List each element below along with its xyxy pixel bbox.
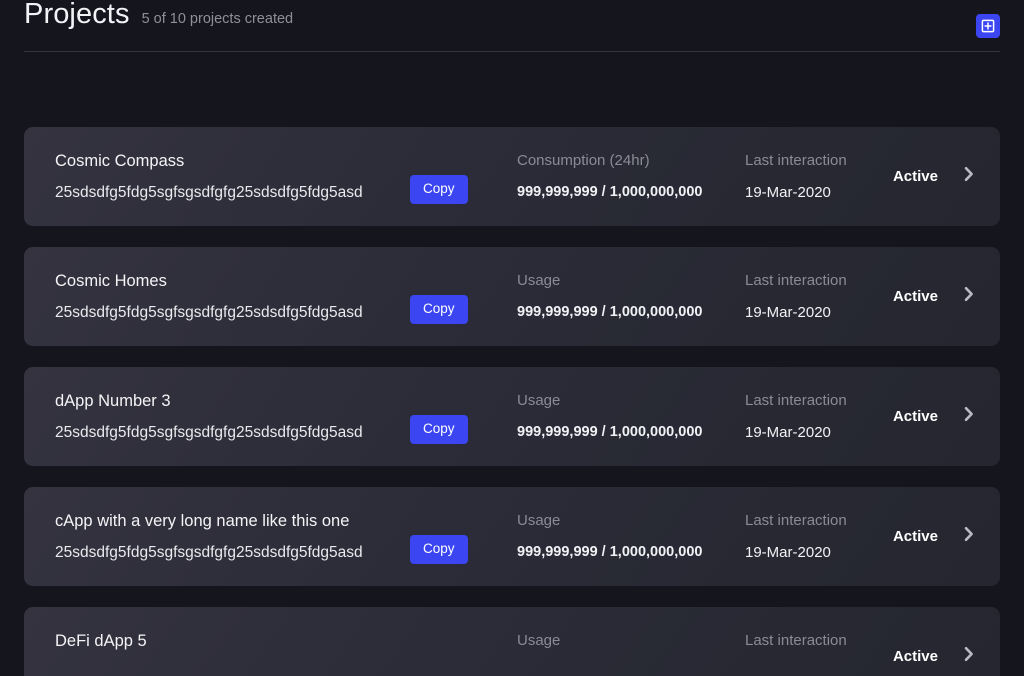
project-list: Cosmic Compass 25sdsdfg5fdg5sgfsgsdfgfg2… xyxy=(0,127,1024,676)
usage-label: Usage xyxy=(517,512,561,530)
last-interaction-value: 19-Mar-2020 xyxy=(745,424,831,441)
last-interaction-value: 19-Mar-2020 xyxy=(745,184,831,201)
usage-label: Consumption (24hr) xyxy=(517,152,650,170)
last-interaction-label: Last interaction xyxy=(745,512,847,529)
project-id: 25sdsdfg5fdg5sgfsgsdfgfg25sdsdfg5fdg5asd xyxy=(55,544,363,561)
usage-value: 999,999,999 / 1,000,000,000 xyxy=(517,304,703,321)
usage-label: Usage xyxy=(517,632,561,650)
project-identity: dApp Number 3 25sdsdfg5fdg5sgfsgsdfgfg25… xyxy=(55,389,517,444)
project-identity: DeFi dApp 5 25sdsdfg5fdg5sgfsgsdfgfg25sd… xyxy=(55,629,517,676)
card-actions: Active xyxy=(893,525,980,548)
last-interaction-label: Last interaction xyxy=(745,632,847,649)
last-interaction-metric: Last interaction 19-Mar-2020 xyxy=(745,393,885,440)
usage-metric: Usage 999,999,999 / 1,000,000,000 xyxy=(517,273,745,320)
last-interaction-metric: Last interaction 19-Mar-2020 xyxy=(745,153,885,200)
project-id: 25sdsdfg5fdg5sgfsgsdfgfg25sdsdfg5fdg5asd xyxy=(55,424,363,441)
header-divider xyxy=(24,51,1000,52)
usage-value: 999,999,999 / 1,000,000,000 xyxy=(517,424,703,441)
copy-button[interactable]: Copy xyxy=(410,175,468,204)
project-identity: cApp with a very long name like this one… xyxy=(55,509,517,564)
copy-button[interactable]: Copy xyxy=(410,415,468,444)
status-badge: Active xyxy=(892,168,938,185)
page-title: Projects xyxy=(24,0,130,30)
card-actions: Active xyxy=(893,645,980,668)
copy-button[interactable]: Copy xyxy=(410,535,468,564)
project-identity: Cosmic Homes 25sdsdfg5fdg5sgfsgsdfgfg25s… xyxy=(55,269,517,324)
project-name: Cosmic Homes xyxy=(55,271,167,290)
status-badge: Active xyxy=(892,288,938,305)
status-badge: Active xyxy=(892,408,938,425)
last-interaction-value: 19-Mar-2020 xyxy=(745,544,831,561)
usage-value: 999,999,999 / 1,000,000,000 xyxy=(517,184,703,201)
project-name: cApp with a very long name like this one xyxy=(55,511,350,530)
page-header: Projects 5 of 10 projects created xyxy=(0,0,1024,52)
project-name: DeFi dApp 5 xyxy=(55,631,147,650)
page-subtitle: 5 of 10 projects created xyxy=(141,11,294,27)
chevron-right-icon[interactable] xyxy=(960,405,978,428)
usage-metric: Usage 999,999,999 / 1,000,000,000 xyxy=(517,513,745,560)
project-card[interactable]: Cosmic Compass 25sdsdfg5fdg5sgfsgsdfgfg2… xyxy=(24,127,1000,226)
add-project-button[interactable] xyxy=(976,14,1000,38)
project-identity-text: cApp with a very long name like this one… xyxy=(55,511,407,561)
project-identity-text: dApp Number 3 25sdsdfg5fdg5sgfsgsdfgfg25… xyxy=(55,391,407,441)
usage-value: 999,999,999 / 1,000,000,000 xyxy=(517,544,703,561)
usage-metric: Consumption (24hr) 999,999,999 / 1,000,0… xyxy=(517,153,745,200)
last-interaction-metric: Last interaction 19-Mar-2020 xyxy=(745,273,885,320)
project-identity-text: DeFi dApp 5 25sdsdfg5fdg5sgfsgsdfgfg25sd… xyxy=(55,631,407,676)
project-card[interactable]: cApp with a very long name like this one… xyxy=(24,487,1000,586)
last-interaction-value: 19-Mar-2020 xyxy=(745,304,831,321)
last-interaction-metric: Last interaction 19-Mar-2020 xyxy=(745,633,885,676)
usage-metric: Usage 999,999,999 / 1,000,000,000 xyxy=(517,393,745,440)
chevron-right-icon[interactable] xyxy=(960,285,978,308)
last-interaction-label: Last interaction xyxy=(745,272,847,289)
last-interaction-label: Last interaction xyxy=(745,392,847,409)
project-identity-text: Cosmic Homes 25sdsdfg5fdg5sgfsgsdfgfg25s… xyxy=(55,271,407,321)
project-card[interactable]: Cosmic Homes 25sdsdfg5fdg5sgfsgsdfgfg25s… xyxy=(24,247,1000,346)
project-id: 25sdsdfg5fdg5sgfsgsdfgfg25sdsdfg5fdg5asd xyxy=(55,304,363,321)
project-id: 25sdsdfg5fdg5sgfsgsdfgfg25sdsdfg5fdg5asd xyxy=(55,184,363,201)
status-badge: Active xyxy=(892,648,938,665)
card-actions: Active xyxy=(893,165,980,188)
chevron-right-icon[interactable] xyxy=(960,645,978,668)
card-actions: Active xyxy=(893,285,980,308)
chevron-right-icon[interactable] xyxy=(960,525,978,548)
project-card[interactable]: DeFi dApp 5 25sdsdfg5fdg5sgfsgsdfgfg25sd… xyxy=(24,607,1000,676)
project-name: Cosmic Compass xyxy=(55,151,185,170)
project-card[interactable]: dApp Number 3 25sdsdfg5fdg5sgfsgsdfgfg25… xyxy=(24,367,1000,466)
card-actions: Active xyxy=(893,405,980,428)
project-identity-text: Cosmic Compass 25sdsdfg5fdg5sgfsgsdfgfg2… xyxy=(55,151,407,201)
header-row: Projects 5 of 10 projects created xyxy=(24,0,1000,52)
last-interaction-label: Last interaction xyxy=(745,152,847,169)
status-badge: Active xyxy=(892,528,938,545)
copy-button[interactable]: Copy xyxy=(410,295,468,324)
project-name: dApp Number 3 xyxy=(55,391,171,410)
usage-metric: Usage 999,999,999 / 1,000,000,000 xyxy=(517,633,745,676)
last-interaction-metric: Last interaction 19-Mar-2020 xyxy=(745,513,885,560)
project-identity: Cosmic Compass 25sdsdfg5fdg5sgfsgsdfgfg2… xyxy=(55,149,517,204)
usage-label: Usage xyxy=(517,272,561,290)
chevron-right-icon[interactable] xyxy=(960,165,978,188)
usage-label: Usage xyxy=(517,392,561,410)
add-square-icon xyxy=(981,19,995,33)
